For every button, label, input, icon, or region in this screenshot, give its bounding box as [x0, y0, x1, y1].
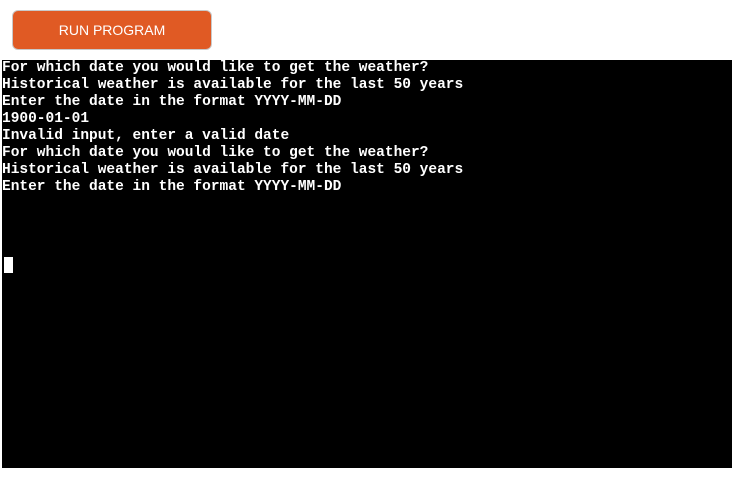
terminal-line: Invalid input, enter a valid date: [2, 128, 290, 144]
terminal-line: 1900-01-01: [2, 111, 90, 127]
run-program-button[interactable]: RUN PROGRAM: [12, 10, 212, 50]
text-cursor[interactable]: [4, 257, 13, 273]
terminal-line: Historical weather is available for the …: [2, 77, 464, 93]
terminal-line: For which date you would like to get the…: [2, 145, 429, 161]
terminal-line: Enter the date in the format YYYY-MM-DD: [2, 94, 342, 110]
terminal-window[interactable]: For which date you would like to get the…: [2, 60, 732, 468]
terminal-output: For which date you would like to get the…: [2, 60, 463, 196]
terminal-line: For which date you would like to get the…: [2, 60, 429, 76]
terminal-line: Historical weather is available for the …: [2, 162, 464, 178]
terminal-line: Enter the date in the format YYYY-MM-DD: [2, 179, 342, 195]
